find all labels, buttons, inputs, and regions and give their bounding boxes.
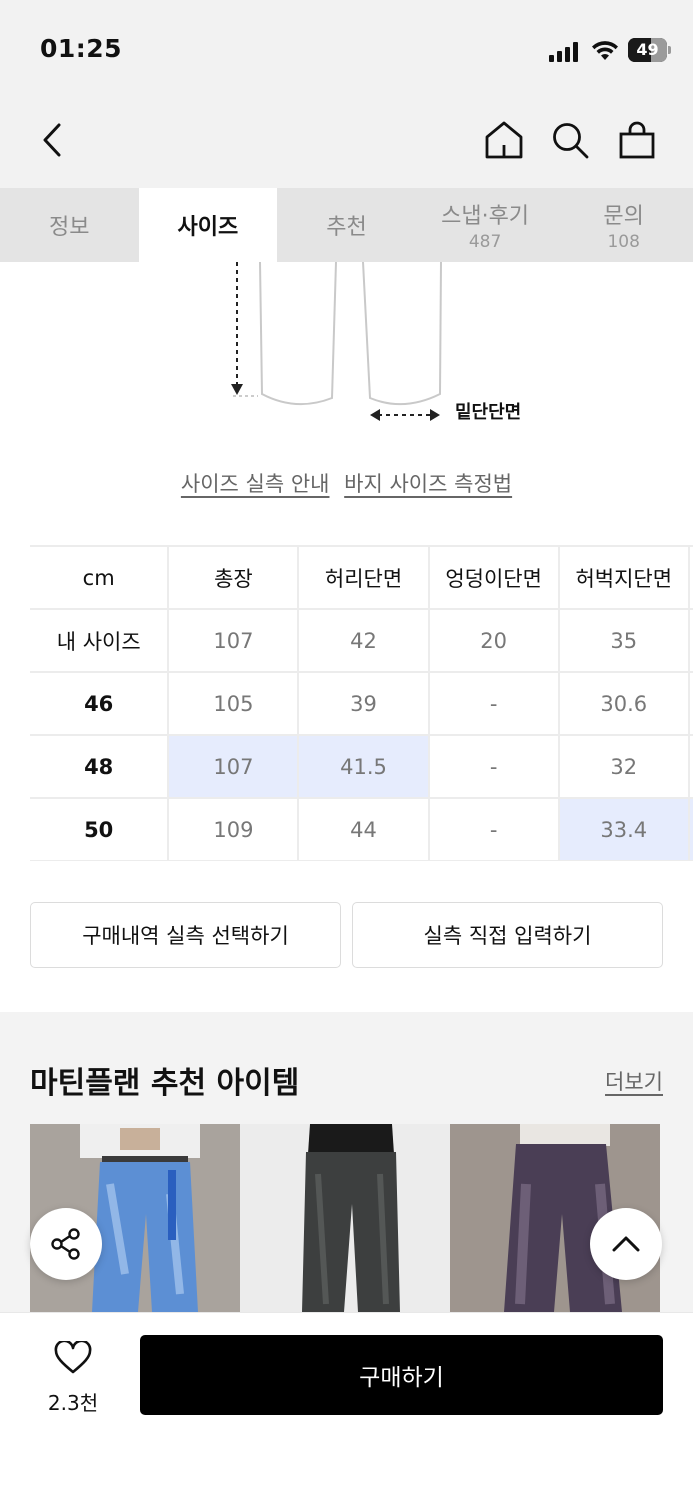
- buy-button[interactable]: 구매하기: [140, 1335, 663, 1415]
- pants-illustration: [231, 261, 442, 421]
- table-cell: 109: [167, 797, 300, 861]
- tab-info[interactable]: 정보: [0, 188, 139, 262]
- search-button[interactable]: [546, 116, 594, 164]
- table-row-my-size: 내 사이즈 107 42 20 35: [30, 608, 693, 673]
- tab-inquiry[interactable]: 문의 108: [554, 188, 693, 262]
- home-button[interactable]: [480, 116, 528, 164]
- heart-icon: [54, 1341, 92, 1374]
- row-label: 내 사이즈: [30, 608, 170, 673]
- column-header-overflow: [687, 545, 693, 610]
- black-jeans-image: [240, 1124, 450, 1312]
- tab-snap-review[interactable]: 스냅·후기 487: [416, 188, 555, 262]
- table-cell: 30.6: [557, 671, 690, 736]
- table-cell: 105: [167, 671, 300, 736]
- cellular-signal-icon: [549, 42, 578, 62]
- size-table-header-row: cm 총장 허리단면 엉덩이단면 허벅지단면: [30, 545, 693, 610]
- table-row: 48 107 41.5 - 32: [30, 734, 693, 799]
- table-cell-overflow: [687, 734, 693, 799]
- scroll-top-button[interactable]: [590, 1208, 662, 1280]
- table-cell: 107: [167, 608, 300, 673]
- table-row: 46 105 39 - 30.6: [30, 671, 693, 736]
- tab-label: 사이즈: [177, 215, 239, 240]
- product-tabs: 정보 사이즈 추천 스냅·후기 487 문의 108: [0, 188, 693, 262]
- size-table: cm 총장 허리단면 엉덩이단면 허벅지단면 내 사이즈 107 42 20 3…: [30, 545, 693, 861]
- like-count: 2.3천: [47, 1391, 99, 1415]
- tab-recommend[interactable]: 추천: [277, 188, 416, 262]
- tab-count: 487: [468, 232, 502, 252]
- column-header: 허벅지단면: [557, 545, 690, 610]
- table-cell: 35: [557, 608, 690, 673]
- battery-icon: 49: [628, 38, 672, 62]
- table-cell-overflow: [687, 671, 693, 736]
- table-cell-highlighted: 33.4: [557, 797, 690, 861]
- pants-measure-guide-link[interactable]: 바지 사이즈 측정법: [344, 472, 512, 496]
- column-header: 총장: [167, 545, 300, 610]
- table-cell-overflow: [687, 608, 693, 673]
- section-title: 마틴플랜 추천 아이템: [30, 1066, 300, 1101]
- tab-label: 추천: [326, 215, 367, 240]
- tab-count: 108: [607, 232, 640, 252]
- back-button[interactable]: [30, 118, 74, 162]
- row-label: 50: [30, 797, 170, 861]
- hem-width-label: 밑단단면: [455, 402, 522, 423]
- battery-level: 49: [636, 40, 659, 59]
- size-table-container[interactable]: cm 총장 허리단면 엉덩이단면 허벅지단면 내 사이즈 107 42 20 3…: [30, 545, 693, 861]
- table-cell: 32: [557, 734, 690, 799]
- chevron-up-icon: [612, 1236, 640, 1252]
- table-cell: -: [427, 734, 560, 799]
- tab-label: 스냅·후기: [441, 204, 530, 229]
- share-button[interactable]: [30, 1208, 102, 1280]
- table-row: 50 109 44 - 33.4: [30, 797, 693, 861]
- unit-header: cm: [30, 545, 170, 610]
- table-cell: 42: [297, 608, 430, 673]
- home-icon: [485, 121, 523, 159]
- table-cell: 44: [297, 797, 430, 861]
- table-cell-highlighted: 41.5: [297, 734, 430, 799]
- table-cell-overflow: [687, 797, 693, 861]
- column-header: 엉덩이단면: [427, 545, 560, 610]
- bottom-purchase-bar: 2.3천 구매하기: [0, 1312, 693, 1500]
- product-thumbnail[interactable]: [240, 1124, 450, 1312]
- tab-label: 정보: [49, 215, 90, 240]
- status-bar: 01:25 49: [0, 0, 693, 100]
- wifi-icon: [592, 41, 618, 60]
- actual-size-guide-link[interactable]: 사이즈 실측 안내: [181, 472, 330, 496]
- pants-measure-diagram: 밑단단면: [0, 261, 693, 432]
- tab-label: 문의: [603, 204, 644, 229]
- table-cell-highlighted: 107: [167, 734, 300, 799]
- shopping-bag-button[interactable]: [613, 116, 661, 164]
- share-icon: [51, 1228, 80, 1260]
- row-label: 48: [30, 734, 170, 799]
- table-cell: 20: [427, 608, 560, 673]
- table-cell: 39: [297, 671, 430, 736]
- column-header: 허리단면: [297, 545, 430, 610]
- table-cell: -: [427, 671, 560, 736]
- recommended-items-section: 마틴플랜 추천 아이템 더보기: [0, 1012, 693, 1312]
- row-label: 46: [30, 671, 170, 736]
- select-purchase-measurement-button[interactable]: 구매내역 실측 선택하기: [30, 902, 341, 968]
- search-icon: [553, 123, 589, 159]
- tab-size[interactable]: 사이즈: [138, 188, 278, 262]
- see-more-link[interactable]: 더보기: [605, 1066, 663, 1096]
- nav-bar: [0, 100, 693, 188]
- enter-measurement-button[interactable]: 실측 직접 입력하기: [352, 902, 663, 968]
- table-cell: -: [427, 797, 560, 861]
- size-guide-links: 사이즈 실측 안내 바지 사이즈 측정법: [0, 468, 693, 498]
- chevron-left-icon: [43, 123, 61, 157]
- status-time: 01:25: [40, 34, 123, 63]
- shopping-bag-icon: [619, 121, 655, 159]
- like-button[interactable]: 2.3천: [30, 1339, 116, 1419]
